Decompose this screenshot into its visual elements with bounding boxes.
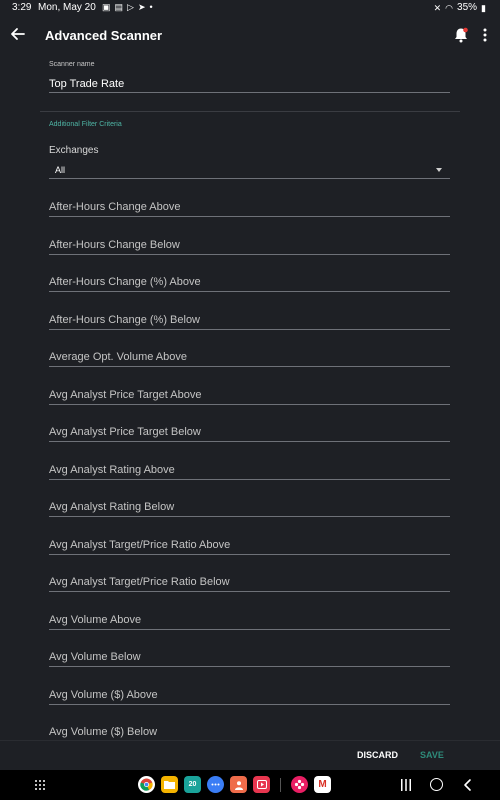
send-icon: ➤ bbox=[137, 2, 146, 12]
status-bar: 3:29 Mon, May 20 ▣ ▤ ▷ ➤ • ✕ ◠ 35% ▮ bbox=[0, 0, 500, 16]
filter-underline bbox=[49, 478, 450, 480]
more-options-icon[interactable] bbox=[478, 26, 492, 44]
filter-label: Average Opt. Volume Above bbox=[49, 351, 187, 363]
filter-avg-analyst-rating-below[interactable]: Avg Analyst Rating Below bbox=[49, 496, 450, 534]
chrome-icon[interactable] bbox=[138, 776, 155, 793]
filter-label: Avg Analyst Rating Above bbox=[49, 463, 175, 476]
filter-avg-volume-dollar-above[interactable]: Avg Volume ($) Above bbox=[49, 684, 450, 722]
filter-avg-analyst-target-price-ratio-below[interactable]: Avg Analyst Target/Price Ratio Below bbox=[49, 571, 450, 609]
filter-list: After-Hours Change Above After-Hours Cha… bbox=[49, 196, 450, 759]
filter-avg-analyst-rating-above[interactable]: Avg Analyst Rating Above bbox=[49, 459, 450, 497]
status-notification-icons: ▣ ▤ ▷ ➤ • bbox=[102, 2, 153, 12]
scanner-name-label: Scanner name bbox=[49, 61, 95, 68]
filter-underline bbox=[49, 628, 450, 630]
filter-underline bbox=[49, 366, 450, 367]
filter-after-hours-change-pct-below[interactable]: After-Hours Change (%) Below bbox=[49, 309, 450, 347]
filter-avg-analyst-target-price-ratio-above[interactable]: Avg Analyst Target/Price Ratio Above bbox=[49, 534, 450, 572]
filter-underline bbox=[49, 441, 450, 442]
filter-label: Avg Analyst Target/Price Ratio Above bbox=[49, 538, 231, 551]
exchanges-label: Exchanges bbox=[49, 145, 99, 156]
gmail-icon[interactable]: M bbox=[314, 776, 331, 793]
filter-label: Avg Analyst Price Target Below bbox=[49, 426, 201, 438]
flower-app-icon[interactable] bbox=[291, 776, 308, 793]
scanner-name-input[interactable] bbox=[49, 76, 450, 93]
mute-icon: ✕ bbox=[433, 2, 442, 13]
filter-underline bbox=[49, 216, 450, 217]
dropdown-caret-icon bbox=[436, 168, 442, 172]
message-icon: ▤ bbox=[114, 2, 124, 12]
page-title: Advanced Scanner bbox=[45, 28, 163, 43]
filter-after-hours-change-below[interactable]: After-Hours Change Below bbox=[49, 234, 450, 272]
calendar-icon[interactable]: 20 bbox=[184, 776, 201, 793]
filter-underline bbox=[49, 253, 450, 255]
filter-underline bbox=[49, 516, 450, 517]
filter-underline bbox=[49, 291, 450, 292]
status-right: ✕ ◠ 35% ▮ bbox=[434, 2, 486, 13]
filter-underline bbox=[49, 591, 450, 592]
video-player-icon[interactable] bbox=[253, 776, 270, 793]
exchanges-dropdown[interactable]: All bbox=[49, 163, 450, 179]
play-store-icon: ▷ bbox=[127, 2, 134, 12]
back-arrow-icon[interactable] bbox=[8, 24, 28, 44]
section-title: Additional Filter Criteria bbox=[49, 121, 122, 128]
my-files-icon[interactable] bbox=[161, 776, 178, 793]
status-time: 3:29 bbox=[12, 2, 32, 13]
battery-level: 35% bbox=[457, 2, 478, 13]
filter-label: Avg Volume ($) Below bbox=[49, 726, 158, 738]
filter-avg-volume-above[interactable]: Avg Volume Above bbox=[49, 609, 450, 647]
home-button-icon[interactable] bbox=[430, 778, 443, 791]
save-button[interactable]: SAVE bbox=[420, 750, 444, 760]
filter-label: After-Hours Change (%) Below bbox=[49, 313, 201, 326]
wifi-icon: ◠ bbox=[445, 2, 454, 13]
exchanges-selected-value: All bbox=[55, 165, 66, 175]
app-dock: 20 M bbox=[138, 776, 331, 793]
notification-bell-icon[interactable] bbox=[452, 26, 470, 44]
status-date: Mon, May 20 bbox=[38, 2, 96, 13]
filter-label: After-Hours Change Below bbox=[49, 238, 180, 251]
app-bar: Advanced Scanner bbox=[0, 16, 500, 56]
messages-icon[interactable] bbox=[207, 776, 224, 793]
discard-button[interactable]: DISCARD bbox=[357, 750, 398, 760]
filter-underline bbox=[49, 553, 450, 555]
filter-label: Avg Analyst Price Target Above bbox=[49, 388, 202, 401]
filter-underline bbox=[49, 328, 450, 330]
filter-label: After-Hours Change (%) Above bbox=[49, 276, 201, 288]
filter-after-hours-change-pct-above[interactable]: After-Hours Change (%) Above bbox=[49, 271, 450, 309]
apps-grid-icon[interactable] bbox=[34, 779, 46, 791]
filter-avg-analyst-price-target-above[interactable]: Avg Analyst Price Target Above bbox=[49, 384, 450, 422]
filter-avg-analyst-price-target-below[interactable]: Avg Analyst Price Target Below bbox=[49, 421, 450, 459]
filter-label: Avg Analyst Target/Price Ratio Below bbox=[49, 576, 230, 588]
filter-label: Avg Volume ($) Above bbox=[49, 688, 158, 701]
recent-apps-icon[interactable] bbox=[400, 778, 412, 792]
filter-after-hours-change-above[interactable]: After-Hours Change Above bbox=[49, 196, 450, 234]
dot-icon: • bbox=[149, 2, 153, 12]
filter-avg-volume-below[interactable]: Avg Volume Below bbox=[49, 646, 450, 684]
filter-average-opt-volume-above[interactable]: Average Opt. Volume Above bbox=[49, 346, 450, 384]
filter-label: Avg Analyst Rating Below bbox=[49, 501, 175, 513]
dock-separator bbox=[280, 777, 281, 792]
image-icon: ▣ bbox=[102, 2, 111, 12]
filter-underline bbox=[49, 666, 450, 667]
contacts-icon[interactable] bbox=[230, 776, 247, 793]
filter-label: Avg Volume Above bbox=[49, 613, 142, 626]
filter-label: After-Hours Change Above bbox=[49, 201, 181, 213]
nav-back-icon[interactable] bbox=[462, 777, 474, 793]
section-divider bbox=[40, 111, 460, 112]
filter-label: Avg Volume Below bbox=[49, 651, 141, 663]
battery-icon: ▮ bbox=[481, 2, 486, 13]
action-bar: DISCARD SAVE bbox=[0, 740, 500, 771]
filter-underline bbox=[49, 703, 450, 705]
filter-underline bbox=[49, 403, 450, 405]
system-nav-bar: 20 M bbox=[0, 770, 500, 800]
